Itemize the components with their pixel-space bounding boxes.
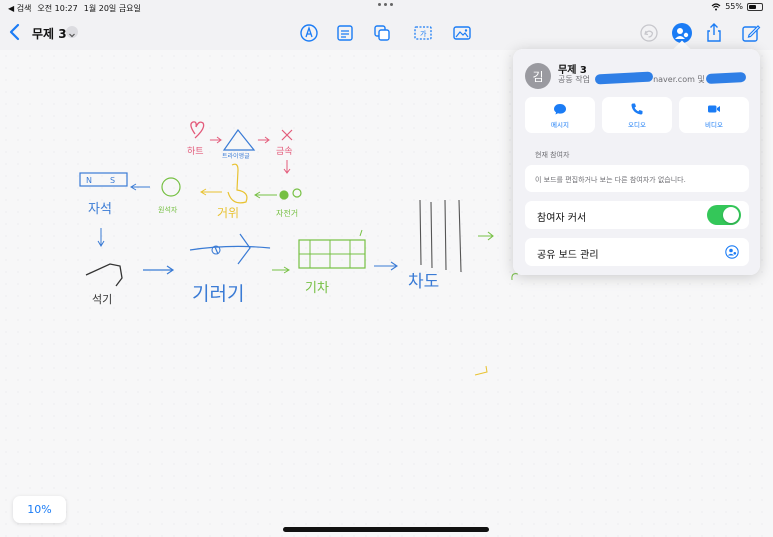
triangle-sketch bbox=[222, 128, 256, 151]
title-menu-button[interactable] bbox=[66, 26, 78, 38]
sketch-label-magnet: 자석 bbox=[88, 202, 112, 217]
share-button[interactable] bbox=[703, 22, 725, 44]
battery-icon bbox=[747, 2, 763, 11]
multitasking-dots[interactable] bbox=[378, 3, 393, 6]
sketch-label-wild-goose: 기러기 bbox=[192, 283, 244, 305]
shared-board-icon bbox=[725, 245, 739, 259]
sketch-label-metal: 금속 bbox=[276, 146, 293, 157]
chevron-left-icon bbox=[9, 23, 20, 41]
audio-label: 오디오 bbox=[628, 120, 646, 129]
pen-icon bbox=[300, 24, 318, 42]
sketch-label-train: 기차 bbox=[305, 281, 329, 296]
battery-percent: 55% bbox=[725, 2, 743, 11]
participants-card: 이 보드를 편집하거나 보는 다른 참여자가 없습니다. bbox=[525, 165, 749, 192]
back-to-app-link[interactable]: ◀ 검색 bbox=[8, 3, 31, 14]
face-sketch bbox=[161, 177, 181, 197]
sketch-label-road: 차도 bbox=[408, 272, 439, 292]
collaboration-popover: 김 무제 3 공동 작업 naver.com 및 메시지 오디오 비디오 현재 … bbox=[513, 49, 760, 275]
status-time: 오전 10:27 bbox=[37, 3, 78, 13]
undo-icon bbox=[640, 24, 658, 42]
redaction-mark bbox=[705, 71, 747, 85]
svg-text:N: N bbox=[86, 176, 92, 185]
compose-icon bbox=[742, 25, 761, 42]
sketch-label-bicycle: 자전거 bbox=[276, 208, 298, 218]
subtitle-prefix: 공동 작업 bbox=[558, 75, 590, 84]
wifi-icon bbox=[711, 2, 721, 10]
chevron-down-icon bbox=[69, 33, 75, 38]
message-button[interactable]: 메시지 bbox=[525, 97, 595, 133]
heart-sketch bbox=[190, 121, 205, 139]
message-icon bbox=[554, 103, 566, 114]
svg-text:가: 가 bbox=[420, 29, 427, 38]
airplane-sketch bbox=[189, 233, 271, 265]
participant-cursor-row[interactable]: 참여자 커서 bbox=[525, 201, 749, 229]
video-label: 비디오 bbox=[705, 120, 723, 129]
text-tool-button[interactable]: 가 bbox=[412, 22, 434, 44]
text-box-icon bbox=[337, 25, 353, 41]
road-sketch bbox=[419, 199, 462, 273]
zoom-level-button[interactable]: 10% bbox=[13, 496, 66, 523]
home-indicator[interactable] bbox=[283, 527, 489, 532]
media-icon bbox=[453, 26, 471, 40]
manage-shared-board-row[interactable]: 공유 보드 관리 bbox=[525, 238, 749, 266]
back-button[interactable] bbox=[6, 22, 24, 42]
text-icon: 가 bbox=[414, 26, 432, 40]
media-tool-button[interactable] bbox=[451, 22, 473, 44]
text-box-tool-button[interactable] bbox=[334, 22, 356, 44]
shapes-icon bbox=[374, 25, 390, 41]
status-bar: ◀ 검색 오전 10:27 1월 20일 금요일 55% bbox=[0, 0, 773, 16]
avatar: 김 bbox=[525, 63, 551, 89]
sketch-label-goose: 거위 bbox=[217, 206, 239, 220]
audio-call-button[interactable]: 오디오 bbox=[602, 97, 672, 133]
participants-header: 현재 참여자 bbox=[535, 151, 570, 159]
status-date: 1월 20일 금요일 bbox=[83, 3, 141, 13]
share-icon bbox=[707, 23, 721, 42]
sketch-label-heart: 하트 bbox=[187, 146, 204, 157]
participant-cursor-toggle[interactable] bbox=[707, 205, 741, 225]
phone-icon bbox=[631, 103, 643, 115]
pen-tool-button[interactable] bbox=[298, 22, 320, 44]
manage-shared-board-label: 공유 보드 관리 bbox=[537, 250, 599, 261]
video-call-button[interactable]: 비디오 bbox=[679, 97, 749, 133]
sketch-label-stone: 석기 bbox=[92, 293, 112, 306]
new-board-button[interactable] bbox=[740, 22, 762, 44]
video-icon bbox=[708, 105, 720, 112]
sketch-label-triangle: 트라이앵글 bbox=[222, 152, 250, 160]
participants-empty-text: 이 보드를 편집하거나 보는 다른 참여자가 없습니다. bbox=[535, 176, 686, 184]
message-label: 메시지 bbox=[551, 120, 569, 129]
stone-tool-sketch bbox=[85, 263, 123, 287]
participant-cursor-label: 참여자 커서 bbox=[537, 213, 587, 224]
board-title[interactable]: 무제 3 bbox=[32, 25, 67, 42]
subtitle-email-suffix: naver.com 및 bbox=[653, 75, 705, 84]
goose-sketch bbox=[227, 163, 248, 204]
sketch-label-person: 원석자 bbox=[158, 205, 178, 214]
undo-button[interactable] bbox=[638, 22, 660, 44]
svg-text:S: S bbox=[110, 176, 115, 185]
shapes-tool-button[interactable] bbox=[371, 22, 393, 44]
toolbar: 무제 3 가 bbox=[0, 18, 773, 48]
